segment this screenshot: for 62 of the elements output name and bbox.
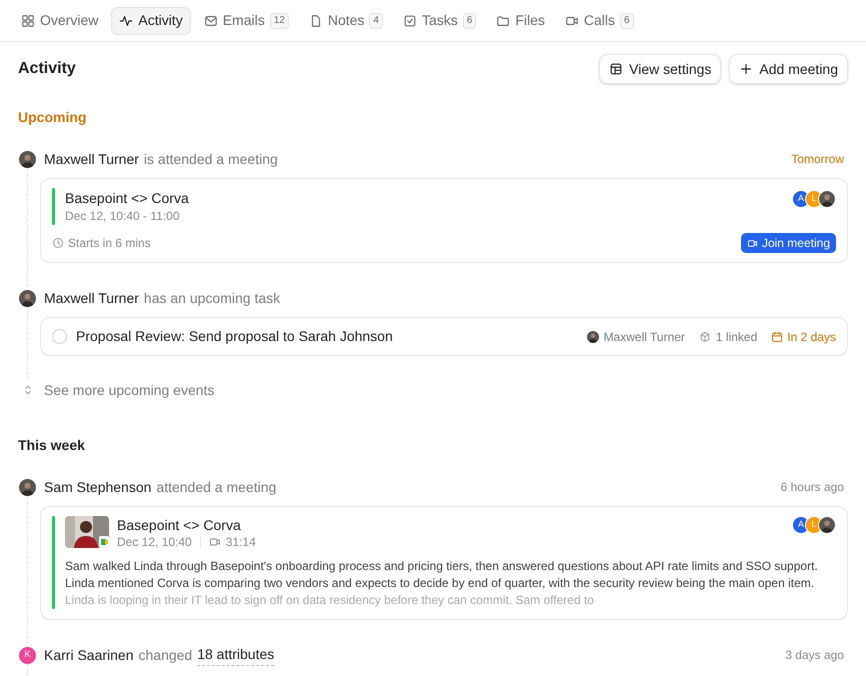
meeting-summary: Sam walked Linda through Basepoint's onboarding process and pricing tiers, then answered questions about API rate limits and SSO support. Linda mentioned Corva is comparing two vendors and expects to decide by end of quarter, with the security review being the main open item. Linda is looping in their IT lead to sign off on data residency before they can commit. Sam offered to [65, 558, 819, 609]
table-icon [609, 62, 624, 76]
grid-icon [21, 14, 35, 28]
checkbox-icon [402, 14, 417, 28]
video-icon [208, 536, 221, 548]
envelope-icon [204, 14, 218, 28]
count-badge: 12 [270, 12, 289, 28]
tab[interactable]: Files [489, 6, 552, 34]
meeting-title[interactable]: Basepoint <> Corva [117, 516, 256, 534]
avatar [586, 330, 599, 342]
section-title: This week [18, 436, 86, 454]
clock-icon [52, 237, 64, 249]
section-title: Upcoming [18, 108, 88, 127]
tab[interactable]: Activity [111, 6, 191, 34]
count-badge: 6 [620, 12, 634, 28]
see-more-link[interactable]: See more upcoming events [44, 380, 214, 400]
timestamp: 6 hours ago [780, 479, 844, 496]
avatar [818, 190, 836, 208]
timestamp: 3 days ago [785, 647, 844, 664]
header-button[interactable]: View settings [599, 54, 722, 84]
actor-name[interactable]: Maxwell Turner [44, 288, 139, 308]
tab[interactable]: Overview [14, 6, 106, 34]
cube-icon [698, 330, 711, 342]
start-status: Starts in 6 mins [68, 235, 151, 252]
video-icon [746, 238, 758, 248]
checkbox[interactable] [52, 329, 67, 344]
calendar-icon [771, 330, 784, 342]
action-text: attended a meeting [156, 478, 276, 497]
count-badge: 6 [462, 12, 476, 28]
action-text: changed [138, 646, 192, 665]
join-meeting-button[interactable]: Join meeting [740, 233, 836, 253]
tab[interactable]: Notes 4 [302, 6, 390, 34]
assignee-name: Maxwell Turner [604, 328, 685, 346]
accent-bar [52, 188, 55, 225]
avatar [818, 516, 836, 534]
plus-icon [739, 62, 754, 76]
tab[interactable]: Calls 6 [558, 6, 641, 34]
meeting-title[interactable]: Basepoint <> Corva [65, 188, 189, 208]
page-title: Activity [18, 59, 76, 79]
tab[interactable]: Tasks 6 [396, 6, 484, 34]
tab[interactable]: Emails 12 [196, 6, 296, 34]
action-text: has an upcoming task [144, 288, 280, 308]
header-button[interactable]: Add meeting [729, 54, 848, 84]
avatar [19, 290, 36, 306]
meeting-time: Dec 12, 10:40 - 11:00 [65, 208, 181, 224]
avatar [19, 150, 36, 168]
folder-icon [496, 14, 510, 28]
due-date: In 2 days [787, 328, 836, 346]
avatar: K [19, 646, 36, 664]
meeting-time: Dec 12, 10:40 [117, 534, 192, 550]
timestamp: Tomorrow [791, 151, 844, 168]
linked-count: 1 linked [716, 328, 758, 346]
call-duration: 31:14 [226, 534, 256, 550]
count-badge: 4 [369, 12, 383, 28]
action-text: is attended a meeting [144, 150, 278, 169]
avatar [19, 478, 36, 496]
actor-name[interactable]: Karri Saarinen [44, 644, 134, 666]
task-title[interactable]: Proposal Review: Send proposal to Sarah Johnson [76, 326, 393, 347]
attributes-link[interactable]: 18 attributes [197, 644, 274, 666]
actor-name[interactable]: Sam Stephenson [44, 476, 152, 498]
pulse-icon [119, 14, 134, 28]
actor-name[interactable]: Maxwell Turner [44, 148, 139, 170]
